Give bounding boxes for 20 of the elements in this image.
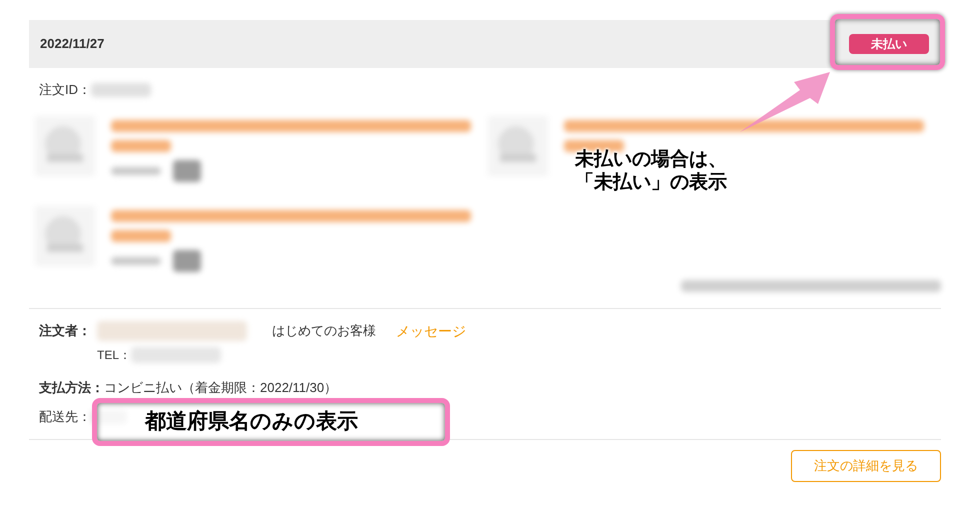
redacted-text [111,230,171,242]
redacted-text [91,82,151,97]
order-detail-button[interactable]: 注文の詳細を見る [791,450,941,482]
redacted-text [111,166,161,174]
redacted-block [173,160,201,182]
orderer-label: 注文者： [39,322,92,340]
status-badge: 未払い [849,34,929,54]
payment-method: コンビニ払い（着金期限：2022/11/30） [104,378,338,396]
annotation-text: 都道府県名のみの表示 [145,408,358,436]
payment-label: 支払方法： [39,378,104,396]
redacted-block [173,250,201,272]
message-link[interactable]: メッセージ [396,320,466,342]
customer-type: はじめてのお客様 [272,322,376,340]
order-id-label: 注文ID： [39,81,91,99]
order-date: 2022/11/27 [40,35,104,54]
annotation-text: 未払いの場合は、 「未払い」の表示 [575,148,727,194]
redacted-text [111,256,161,264]
redacted-text [111,140,171,152]
shipping-label: 配送先： [39,408,91,426]
tel-label: TEL： [97,346,132,364]
